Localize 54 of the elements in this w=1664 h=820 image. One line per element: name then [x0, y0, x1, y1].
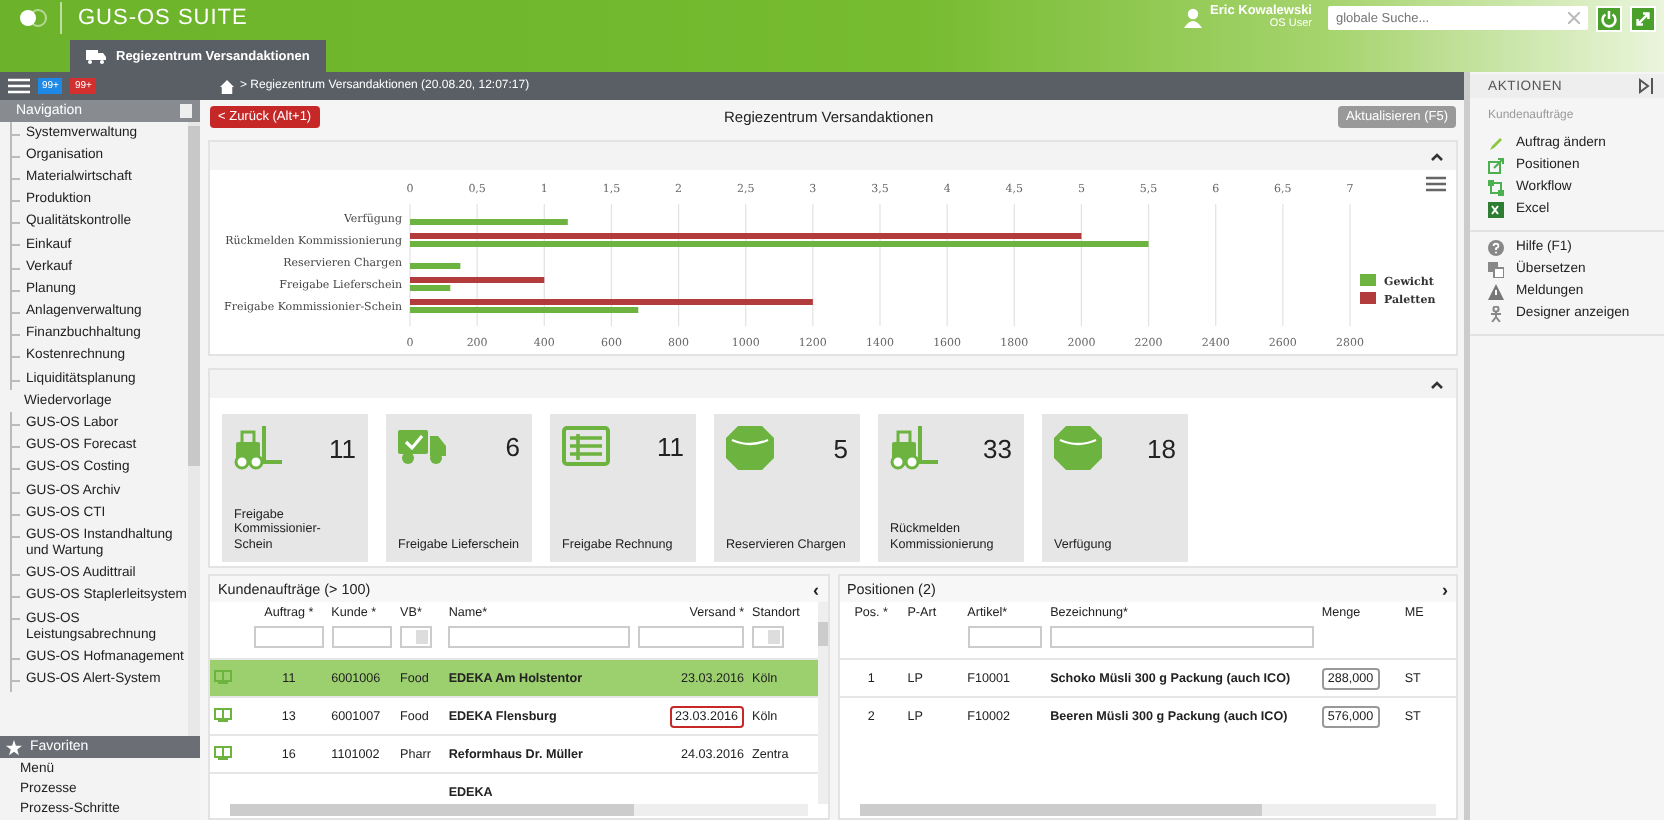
tile-count: 6 — [505, 431, 520, 461]
caret-icon — [416, 630, 429, 644]
box-icon — [1054, 426, 1102, 470]
tile-count: 11 — [329, 433, 356, 463]
filter-field[interactable] — [638, 626, 745, 648]
filter-dropdown[interactable] — [400, 626, 433, 648]
scrollbar[interactable] — [859, 804, 1436, 816]
tile-count: 11 — [657, 431, 684, 461]
filter-dropdown[interactable] — [752, 626, 785, 648]
truck-icon — [86, 49, 106, 63]
filter-field[interactable] — [331, 626, 393, 648]
power-button[interactable] — [1596, 5, 1622, 31]
clear-icon[interactable] — [1568, 12, 1580, 24]
person-icon — [1488, 305, 1504, 321]
scrollbar[interactable] — [230, 804, 807, 816]
menu-icon[interactable] — [1424, 176, 1448, 192]
tile-count: 18 — [1147, 433, 1176, 463]
logo-icon — [16, 2, 62, 34]
tile-count: 5 — [833, 433, 848, 463]
pencil-icon — [1488, 135, 1504, 151]
collapse-panel-icon[interactable] — [1638, 78, 1654, 94]
help-icon — [1488, 239, 1504, 255]
scrollbar[interactable] — [817, 602, 827, 804]
collapse-arrow[interactable]: › — [1442, 581, 1448, 597]
forklift-icon — [234, 426, 282, 470]
user-icon — [1184, 8, 1203, 28]
caret-icon — [768, 630, 781, 644]
power-icon — [1600, 9, 1618, 27]
tile-count: 33 — [983, 433, 1012, 463]
scrollbar[interactable] — [188, 122, 200, 736]
star-icon — [6, 739, 22, 755]
collapse-icon[interactable] — [1430, 379, 1444, 389]
forklift-icon — [890, 426, 938, 470]
filter-field[interactable] — [254, 626, 324, 648]
box-icon — [726, 426, 774, 470]
home-icon[interactable] — [220, 79, 234, 93]
expand-button[interactable] — [1630, 5, 1656, 31]
translate-icon — [1488, 261, 1504, 277]
filter-field[interactable] — [967, 626, 1043, 648]
collapse-arrow[interactable]: ‹ — [813, 581, 819, 597]
workflow-icon — [1488, 179, 1504, 195]
order-icon[interactable] — [214, 707, 232, 721]
collapse-icon[interactable] — [1430, 151, 1444, 161]
order-icon[interactable] — [214, 669, 232, 683]
invoice-icon — [562, 426, 610, 466]
filter-field[interactable] — [448, 626, 631, 648]
expand-icon — [1634, 9, 1652, 27]
order-icon[interactable] — [214, 745, 232, 759]
external-link-icon — [1488, 157, 1504, 173]
excel-icon — [1488, 201, 1504, 217]
warning-icon — [1488, 283, 1504, 299]
filter-field[interactable] — [1050, 626, 1314, 648]
app-title: GUS-OS SUITE — [78, 6, 248, 30]
truck-icon — [398, 426, 446, 466]
